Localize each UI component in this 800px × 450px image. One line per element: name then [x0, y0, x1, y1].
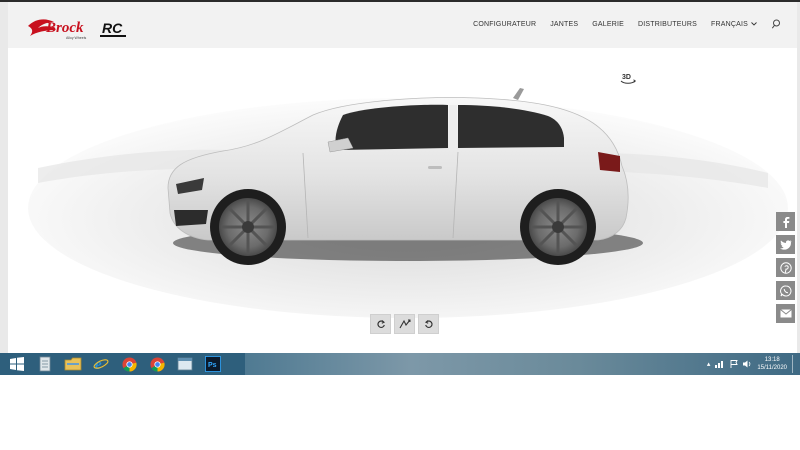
taskbar-app-photoshop[interactable]: Ps: [202, 355, 224, 373]
view-3d-label: 3D: [622, 74, 631, 81]
photoshop-label: Ps: [208, 362, 217, 369]
twitter-icon: [779, 239, 791, 250]
email-icon: [779, 309, 792, 318]
language-label: FRANÇAIS: [711, 20, 748, 28]
internet-explorer-icon: e: [93, 357, 109, 372]
rotate-left-icon: [424, 320, 433, 329]
rotate-right-button[interactable]: [370, 314, 391, 334]
taskbar-apps: e Ps: [6, 355, 224, 373]
nav-configurateur[interactable]: CONFIGURATEUR: [473, 21, 536, 28]
view-3d-button[interactable]: 3D: [618, 70, 638, 86]
windows-taskbar: e Ps ▴ 13:18 15/11/2020: [0, 353, 800, 375]
twitter-share-button[interactable]: [776, 235, 795, 254]
screen-left-edge: [0, 2, 8, 353]
nav-galerie[interactable]: GALERIE: [592, 21, 624, 28]
language-selector[interactable]: FRANÇAIS: [711, 21, 757, 28]
volume-icon[interactable]: [743, 360, 752, 368]
facebook-icon: [782, 216, 789, 228]
file-explorer-icon: [64, 357, 82, 371]
svg-text:e: e: [95, 357, 102, 372]
start-button[interactable]: [6, 355, 28, 373]
rotate-right-icon: [376, 320, 385, 329]
social-share-bar: [776, 212, 795, 323]
facebook-share-button[interactable]: [776, 212, 795, 231]
document-app-icon: [39, 356, 51, 372]
browser-viewport: Brock Alloy Wheels RC CONFIGURATEUR JANT…: [8, 2, 797, 353]
pinterest-share-button[interactable]: [776, 258, 795, 277]
logo-text: Brock: [45, 20, 84, 36]
taskbar-app-chrome-2[interactable]: [146, 355, 168, 373]
car-render: [8, 48, 797, 353]
taskbar-app-window[interactable]: [174, 355, 196, 373]
car-configurator-viewer[interactable]: 3D: [8, 48, 797, 353]
email-share-button[interactable]: [776, 304, 795, 323]
blank-area-below-screen: [0, 375, 800, 450]
taskbar-app-document[interactable]: [34, 355, 56, 373]
clock-time: 13:18: [764, 357, 780, 363]
windows-start-icon: [10, 357, 24, 371]
angle-view-button[interactable]: [394, 314, 415, 334]
clock-date: 15/11/2020: [757, 365, 787, 371]
search-icon[interactable]: [771, 19, 781, 29]
nav-jantes[interactable]: JANTES: [550, 21, 578, 28]
whatsapp-icon: [779, 285, 791, 296]
show-desktop-button[interactable]: [792, 355, 796, 373]
taskbar-clock[interactable]: 13:18 15/11/2020: [757, 356, 787, 372]
system-tray: ▴ 13:18 15/11/2020: [707, 355, 796, 373]
main-navigation: CONFIGURATEUR JANTES GALERIE DISTRIBUTEU…: [473, 19, 781, 29]
taskbar-app-chrome[interactable]: [118, 355, 140, 373]
brock-logo[interactable]: Brock Alloy Wheels RC: [26, 12, 138, 42]
rotate-left-button[interactable]: [418, 314, 439, 334]
chrome-icon: [121, 356, 137, 372]
angle-view-icon: [399, 319, 410, 329]
taskbar-app-explorer[interactable]: [62, 355, 84, 373]
chevron-down-icon: [751, 22, 757, 26]
whatsapp-share-button[interactable]: [776, 281, 795, 300]
flag-icon[interactable]: [730, 360, 739, 368]
window-app-icon: [177, 357, 193, 371]
logo-rc: RC: [102, 20, 123, 36]
network-icon[interactable]: [715, 360, 725, 368]
nav-distributeurs[interactable]: DISTRIBUTEURS: [638, 21, 697, 28]
logo-subtitle: Alloy Wheels: [66, 36, 86, 40]
chrome-icon: [149, 356, 165, 372]
view-controls: [370, 314, 439, 334]
taskbar-app-ie[interactable]: e: [90, 355, 112, 373]
pinterest-icon: [779, 261, 792, 274]
photoshop-icon: Ps: [205, 356, 221, 372]
tray-chevron-icon[interactable]: ▴: [707, 360, 711, 368]
site-header: Brock Alloy Wheels RC CONFIGURATEUR JANT…: [8, 2, 797, 48]
